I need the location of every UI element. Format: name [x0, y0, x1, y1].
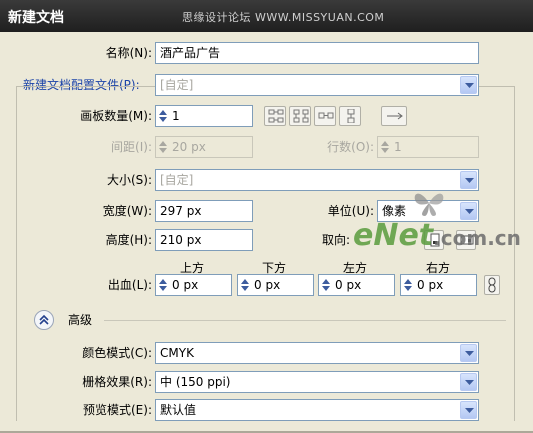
bleed-top-stepper[interactable]: 0 px: [155, 274, 232, 296]
stepper-arrows-icon[interactable]: [240, 277, 250, 293]
watermark-enet: eNet: [353, 218, 434, 253]
stepper-arrows-icon[interactable]: [158, 139, 168, 155]
name-field[interactable]: 酒产品广告: [155, 42, 479, 64]
orientation-label: 取向:: [322, 233, 351, 247]
profile-select[interactable]: [自定]: [155, 74, 479, 96]
bleed-right-stepper[interactable]: 0 px: [400, 274, 477, 296]
stepper-arrows-icon[interactable]: [321, 277, 331, 293]
raster-label: 栅格效果(R):: [82, 375, 152, 389]
bleed-bottom-stepper[interactable]: 0 px: [237, 274, 314, 296]
grid-by-row-icon[interactable]: [264, 106, 286, 126]
artboards-stepper[interactable]: 1: [155, 105, 253, 127]
bleed-label: 出血(L):: [107, 278, 152, 292]
watermark-text: 思缘设计论坛 WWW.MISSYUAN.COM: [182, 11, 385, 24]
butterfly-icon: [414, 193, 444, 216]
spacing-stepper[interactable]: 20 px: [155, 136, 253, 158]
size-label: 大小(S):: [106, 173, 152, 187]
advanced-label: 高级: [68, 313, 93, 327]
color-mode-label: 颜色模式(C):: [82, 346, 152, 360]
arrange-by-column-icon[interactable]: [339, 106, 361, 126]
stepper-arrows-icon[interactable]: [158, 277, 168, 293]
color-mode-select[interactable]: CMYK: [155, 342, 479, 364]
columns-label: 行数(O):: [327, 140, 374, 154]
chevron-down-icon[interactable]: [460, 401, 477, 419]
group-border-right: [514, 86, 515, 421]
arrange-by-row-icon[interactable]: [314, 106, 336, 126]
name-label: 名称(N):: [105, 46, 152, 60]
preview-select[interactable]: 默认值: [155, 399, 479, 421]
raster-select[interactable]: 中 (150 ppi): [155, 371, 479, 393]
height-field[interactable]: 210 px: [155, 229, 253, 251]
advanced-divider: [104, 320, 506, 321]
preview-label: 预览模式(E):: [83, 403, 152, 417]
profile-label: 新建文档配置文件(P):: [23, 78, 140, 92]
chevron-down-icon[interactable]: [460, 344, 477, 362]
chevron-down-icon[interactable]: [460, 171, 477, 189]
chain-link-icon[interactable]: [484, 275, 500, 295]
stepper-arrows-icon[interactable]: [403, 277, 413, 293]
group-border-left: [16, 86, 17, 421]
grid-by-column-icon[interactable]: [289, 106, 311, 126]
artboards-label: 画板数量(M):: [80, 109, 152, 123]
watermark-domain: .com.cn: [433, 226, 521, 250]
chevron-up-icon: [39, 314, 49, 325]
chevron-down-icon[interactable]: [460, 373, 477, 391]
title-bar: 新建文档 思缘设计论坛 WWW.MISSYUAN.COM: [0, 0, 533, 32]
window-title: 新建文档: [8, 10, 64, 26]
stepper-arrows-icon[interactable]: [380, 139, 390, 155]
stepper-arrows-icon[interactable]: [158, 108, 168, 124]
bleed-left-stepper[interactable]: 0 px: [318, 274, 395, 296]
right-to-left-icon[interactable]: [381, 106, 407, 126]
columns-stepper[interactable]: 1: [377, 136, 479, 158]
width-label: 宽度(W):: [102, 204, 152, 218]
site-watermark: eNet.com.cn: [353, 193, 521, 253]
spacing-label: 间距(I):: [111, 140, 152, 154]
width-field[interactable]: 297 px: [155, 200, 253, 222]
dialog-body: 名称(N): 酒产品广告 新建文档配置文件(P): [自定] 画板数量(M): …: [0, 32, 533, 433]
height-label: 高度(H):: [105, 233, 152, 247]
chevron-down-icon[interactable]: [460, 76, 477, 94]
advanced-toggle[interactable]: [34, 310, 54, 330]
